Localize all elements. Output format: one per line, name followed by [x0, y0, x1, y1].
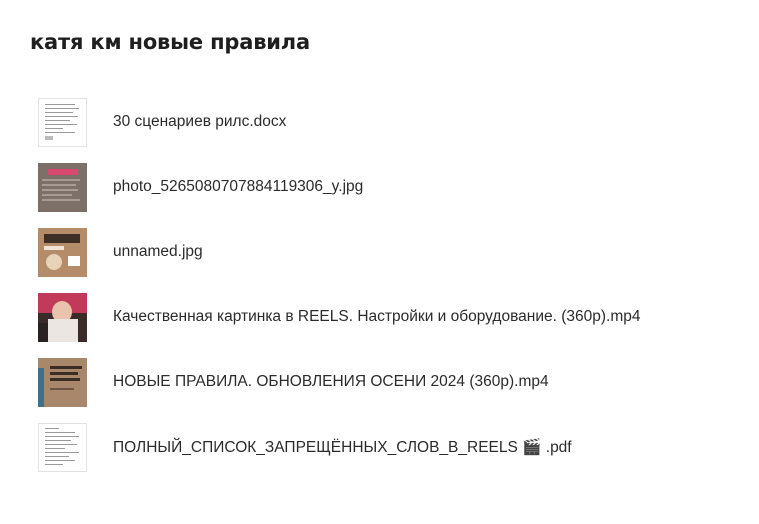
- image-thumbnail-icon: [38, 162, 87, 212]
- document-thumbnail-icon: [38, 422, 87, 472]
- file-name[interactable]: НОВЫЕ ПРАВИЛА. ОБНОВЛЕНИЯ ОСЕНИ 2024 (36…: [113, 373, 549, 391]
- file-list: 30 сценариев рилс.docx photo_52650807078…: [38, 97, 738, 487]
- file-item[interactable]: 30 сценариев рилс.docx: [38, 97, 738, 147]
- document-thumbnail-icon: [38, 97, 87, 147]
- file-name[interactable]: unnamed.jpg: [113, 243, 203, 261]
- file-item[interactable]: unnamed.jpg: [38, 227, 738, 277]
- file-name[interactable]: photo_5265080707884119306_y.jpg: [113, 178, 363, 196]
- file-item[interactable]: НОВЫЕ ПРАВИЛА. ОБНОВЛЕНИЯ ОСЕНИ 2024 (36…: [38, 357, 738, 407]
- video-thumbnail-icon: [38, 292, 87, 342]
- video-thumbnail-icon: [38, 357, 87, 407]
- image-thumbnail-icon: [38, 227, 87, 277]
- file-item[interactable]: ПОЛНЫЙ_СПИСОК_ЗАПРЕЩЁННЫХ_СЛОВ_В_REELS 🎬…: [38, 422, 738, 472]
- file-name[interactable]: 30 сценариев рилс.docx: [113, 113, 286, 131]
- file-name[interactable]: Качественная картинка в REELS. Настройки…: [113, 308, 640, 326]
- file-name[interactable]: ПОЛНЫЙ_СПИСОК_ЗАПРЕЩЁННЫХ_СЛОВ_В_REELS 🎬…: [113, 438, 572, 457]
- file-item[interactable]: photo_5265080707884119306_y.jpg: [38, 162, 738, 212]
- folder-title: катя км новые правила: [30, 30, 310, 54]
- file-item[interactable]: Качественная картинка в REELS. Настройки…: [38, 292, 738, 342]
